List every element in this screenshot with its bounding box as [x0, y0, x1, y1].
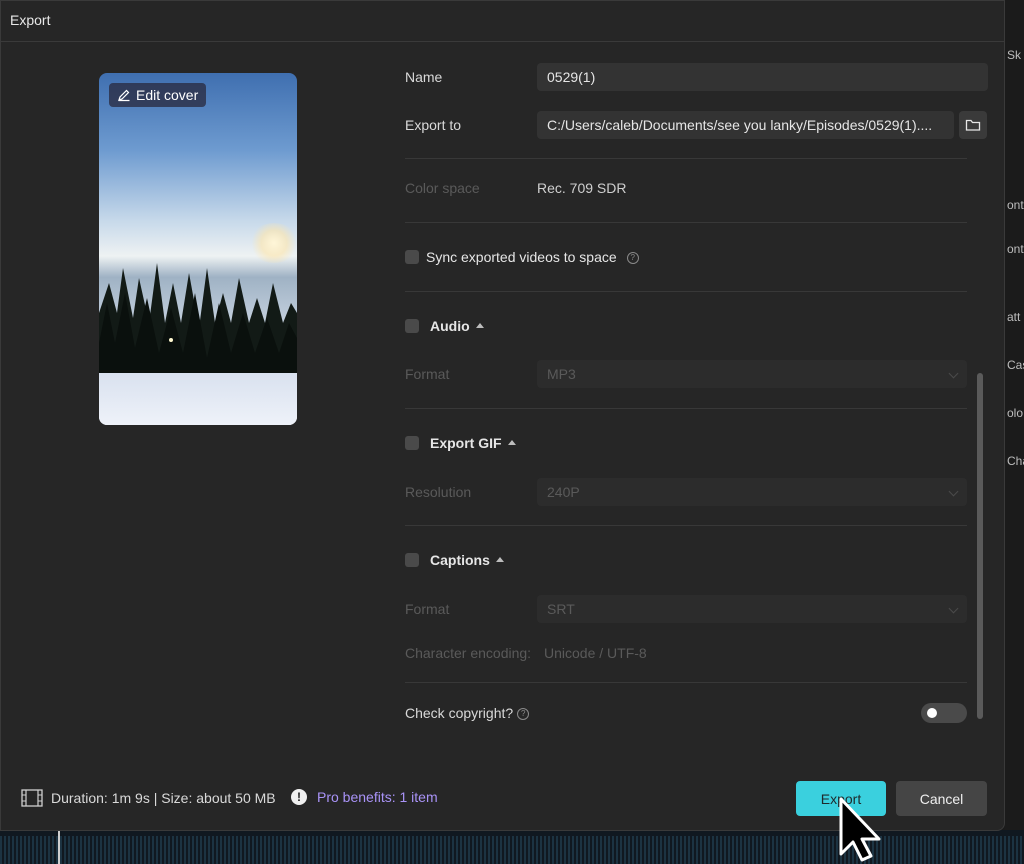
audio-section-toggle[interactable]: Audio	[430, 318, 484, 334]
help-icon[interactable]: ?	[626, 252, 639, 265]
folder-icon	[965, 119, 981, 131]
edit-cover-button[interactable]: Edit cover	[109, 83, 207, 107]
divider	[405, 158, 967, 159]
captions-format-value: SRT	[547, 601, 575, 617]
divider	[1, 41, 1004, 42]
bg-label: Sk	[1007, 48, 1022, 62]
toggle-knob	[927, 708, 937, 718]
audio-format-select[interactable]: MP3	[537, 360, 967, 388]
export-path-input[interactable]: C:/Users/caleb/Documents/see you lanky/E…	[537, 111, 954, 139]
divider	[405, 408, 967, 409]
cancel-button[interactable]: Cancel	[896, 781, 987, 816]
browse-folder-button[interactable]	[959, 111, 987, 139]
captions-format-label: Format	[405, 601, 450, 617]
pencil-icon	[118, 89, 130, 102]
snow-ground	[99, 373, 297, 425]
film-icon	[21, 789, 43, 807]
audio-format-value: MP3	[547, 366, 576, 382]
bg-label: onti	[1007, 198, 1024, 212]
copyright-toggle[interactable]	[921, 703, 967, 723]
bg-label: att	[1007, 310, 1021, 324]
background-app-panel: Sk onti ont att Cas olo Cha	[1005, 0, 1024, 864]
bg-label: Cas	[1007, 358, 1024, 372]
name-input[interactable]: 0529(1)	[537, 63, 988, 91]
divider	[405, 291, 967, 292]
bg-label: olo	[1007, 406, 1024, 420]
gif-section-toggle[interactable]: Export GIF	[430, 435, 516, 451]
pro-benefits-link[interactable]: Pro benefits: 1 item	[317, 789, 438, 805]
dialog-title: Export	[10, 12, 51, 28]
bg-label: ont	[1007, 242, 1024, 256]
chevron-down-icon	[948, 603, 959, 614]
screen: Sk onti ont att Cas olo Cha Export	[0, 0, 1024, 864]
export-info: Duration: 1m 9s | Size: about 50 MB	[21, 789, 276, 807]
sync-checkbox[interactable]	[405, 250, 419, 264]
captions-checkbox[interactable]	[405, 553, 419, 567]
caret-up-icon	[495, 556, 504, 562]
copyright-label: Check copyright??	[405, 705, 530, 721]
color-space-value: Rec. 709 SDR	[537, 180, 627, 196]
export-dialog: Export Edit cover Name 0529(1) Export to…	[0, 0, 1005, 831]
treeline-image	[99, 263, 297, 393]
exclamation-icon: !	[291, 789, 307, 805]
captions-format-select[interactable]: SRT	[537, 595, 967, 623]
caret-up-icon	[507, 439, 516, 445]
captions-label: Captions	[430, 552, 490, 568]
gif-checkbox[interactable]	[405, 436, 419, 450]
gif-resolution-label: Resolution	[405, 484, 472, 500]
chevron-down-icon	[948, 368, 959, 379]
name-label: Name	[405, 69, 443, 85]
cover-thumbnail[interactable]: Edit cover	[99, 73, 297, 425]
color-space-label: Color space	[405, 180, 480, 196]
captions-section-toggle[interactable]: Captions	[430, 552, 504, 568]
pro-benefits[interactable]: ! Pro benefits: 1 item	[291, 789, 438, 805]
bg-label: Cha	[1007, 454, 1024, 468]
playhead	[58, 830, 60, 864]
encoding-value: Unicode / UTF-8	[544, 645, 647, 661]
audio-format-label: Format	[405, 366, 450, 382]
export-to-label: Export to	[405, 117, 462, 133]
divider	[405, 222, 967, 223]
encoding-label: Character encoding:	[405, 645, 532, 661]
copyright-label-text: Check copyright?	[405, 705, 514, 721]
duration-size-text: Duration: 1m 9s | Size: about 50 MB	[51, 790, 276, 806]
gif-resolution-value: 240P	[547, 484, 580, 500]
mouse-cursor-icon	[839, 797, 881, 862]
divider	[405, 682, 967, 683]
audio-checkbox[interactable]	[405, 319, 419, 333]
sync-label: Sync exported videos to space?	[426, 249, 639, 265]
sync-label-text: Sync exported videos to space	[426, 249, 617, 265]
gif-resolution-select[interactable]: 240P	[537, 478, 967, 506]
scrollbar[interactable]	[977, 373, 983, 719]
gif-label: Export GIF	[430, 435, 502, 451]
audio-label: Audio	[430, 318, 470, 334]
chevron-down-icon	[948, 486, 959, 497]
divider	[405, 525, 967, 526]
caret-up-icon	[475, 322, 484, 328]
edit-cover-label: Edit cover	[136, 87, 199, 103]
help-icon[interactable]: ?	[517, 708, 530, 721]
